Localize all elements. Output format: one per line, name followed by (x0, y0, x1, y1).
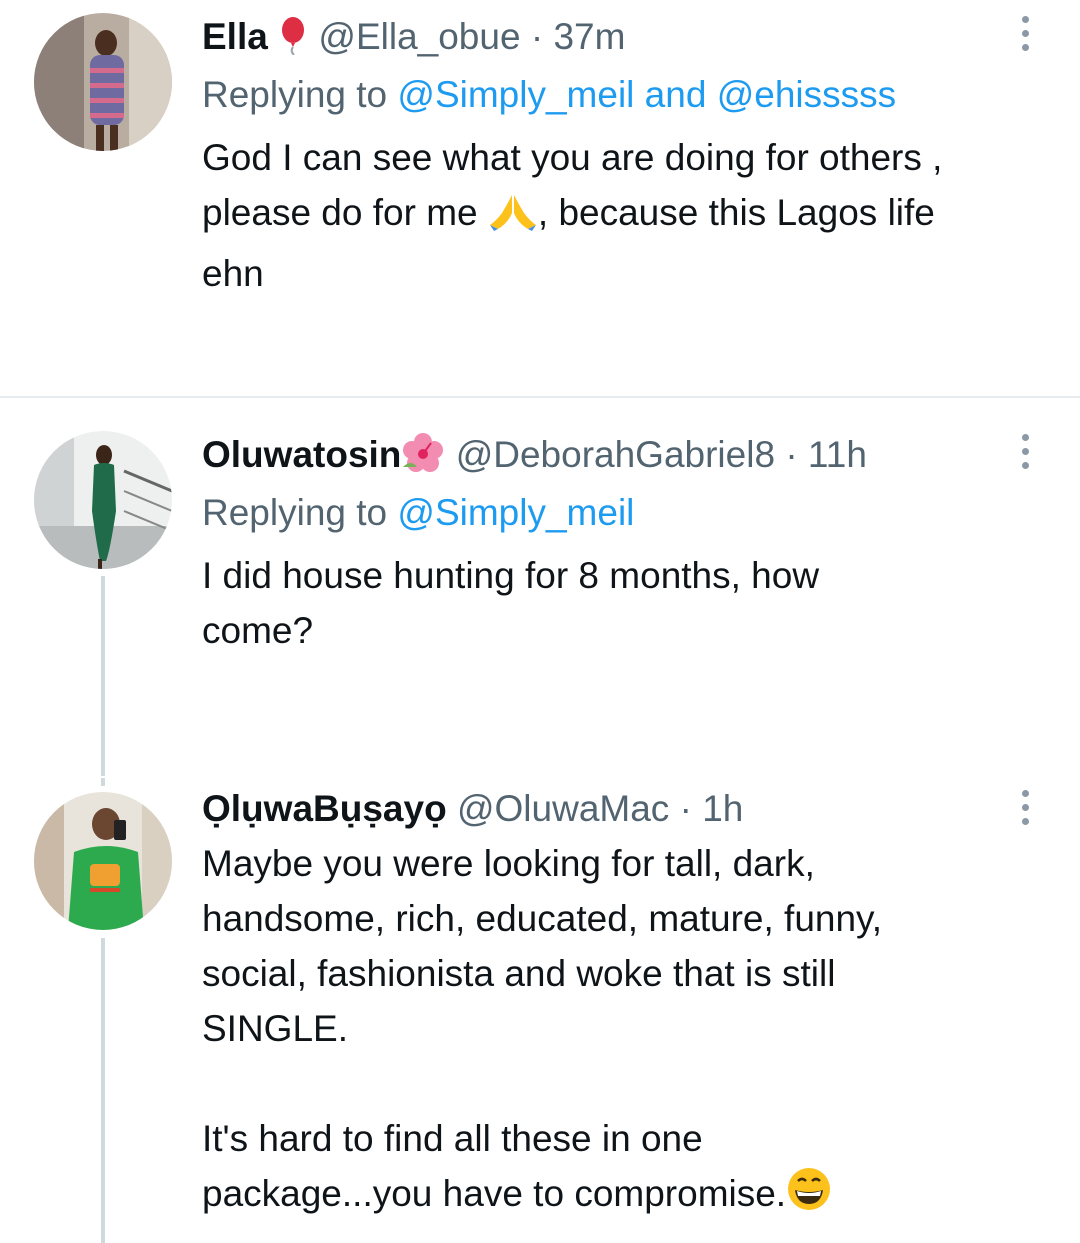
thread-connector (101, 576, 105, 776)
mention-link[interactable]: @ehisssss (717, 74, 896, 115)
separator-dot: · (530, 16, 544, 57)
replying-to-label: Replying to (202, 74, 398, 115)
tweet-time[interactable]: 11h (808, 434, 867, 475)
replying-to: Replying to @Simply_meil and @ehisssss (202, 73, 896, 117)
separator-dot: · (679, 788, 692, 829)
user-handle[interactable]: @DeborahGabriel8 (456, 434, 775, 475)
tweet-oluwatosin[interactable]: Oluwatosin @DeborahGabriel8 · 11h Replyi… (0, 398, 1080, 778)
more-options-icon[interactable] (1022, 434, 1032, 469)
separator-dot: · (785, 434, 798, 475)
tweet-text: I did house hunting for 8 months, how co… (202, 548, 1042, 658)
hibiscus-icon (401, 433, 445, 483)
avatar[interactable] (34, 431, 172, 569)
display-name[interactable]: ỌlụwaBụṣayọ (202, 788, 447, 829)
mention-and: and (634, 74, 717, 115)
thread-connector (101, 938, 105, 1243)
display-name[interactable]: Oluwatosin (202, 434, 401, 475)
replying-to: Replying to @Simply_meil (202, 491, 634, 535)
display-name[interactable]: Ella (202, 16, 268, 57)
tweet-text: God I can see what you are doing for oth… (202, 130, 1042, 301)
tweet-header: Ella @Ella_obue · 37m (202, 15, 1000, 65)
thread-connector (101, 778, 105, 786)
tweet-header: ỌlụwaBụṣayọ @OluwaMac · 1h (202, 787, 1000, 831)
tweet-text-part: I did house hunting for 8 months, how co… (202, 555, 820, 651)
tweet-text: Maybe you were looking for tall, dark, h… (202, 836, 1042, 1227)
user-handle[interactable]: @OluwaMac (457, 788, 669, 829)
tweet-header: Oluwatosin @DeborahGabriel8 · 11h (202, 433, 1000, 483)
tweet-time[interactable]: 1h (702, 788, 743, 829)
tweet-time[interactable]: 37m (553, 16, 625, 57)
avatar[interactable] (34, 792, 172, 930)
mention-link[interactable]: @Simply_meil (397, 492, 634, 533)
tweet-ella[interactable]: Ella @Ella_obue · 37m Replying to @Simpl… (0, 0, 1080, 396)
avatar[interactable] (34, 13, 172, 151)
grinning-face-icon (786, 1166, 832, 1227)
more-options-icon[interactable] (1022, 16, 1032, 51)
user-handle[interactable]: @Ella_obue (318, 16, 520, 57)
mention-link[interactable]: @Simply_meil (397, 74, 634, 115)
folded-hands-icon (488, 191, 538, 246)
replying-to-label: Replying to (202, 492, 398, 533)
more-options-icon[interactable] (1022, 790, 1032, 825)
tweet-oluwabusayo[interactable]: ỌlụwaBụṣayọ @OluwaMac · 1h Maybe you wer… (0, 778, 1080, 1243)
balloon-icon (278, 17, 308, 65)
tweet-text-part: Maybe you were looking for tall, dark, h… (202, 843, 883, 1214)
